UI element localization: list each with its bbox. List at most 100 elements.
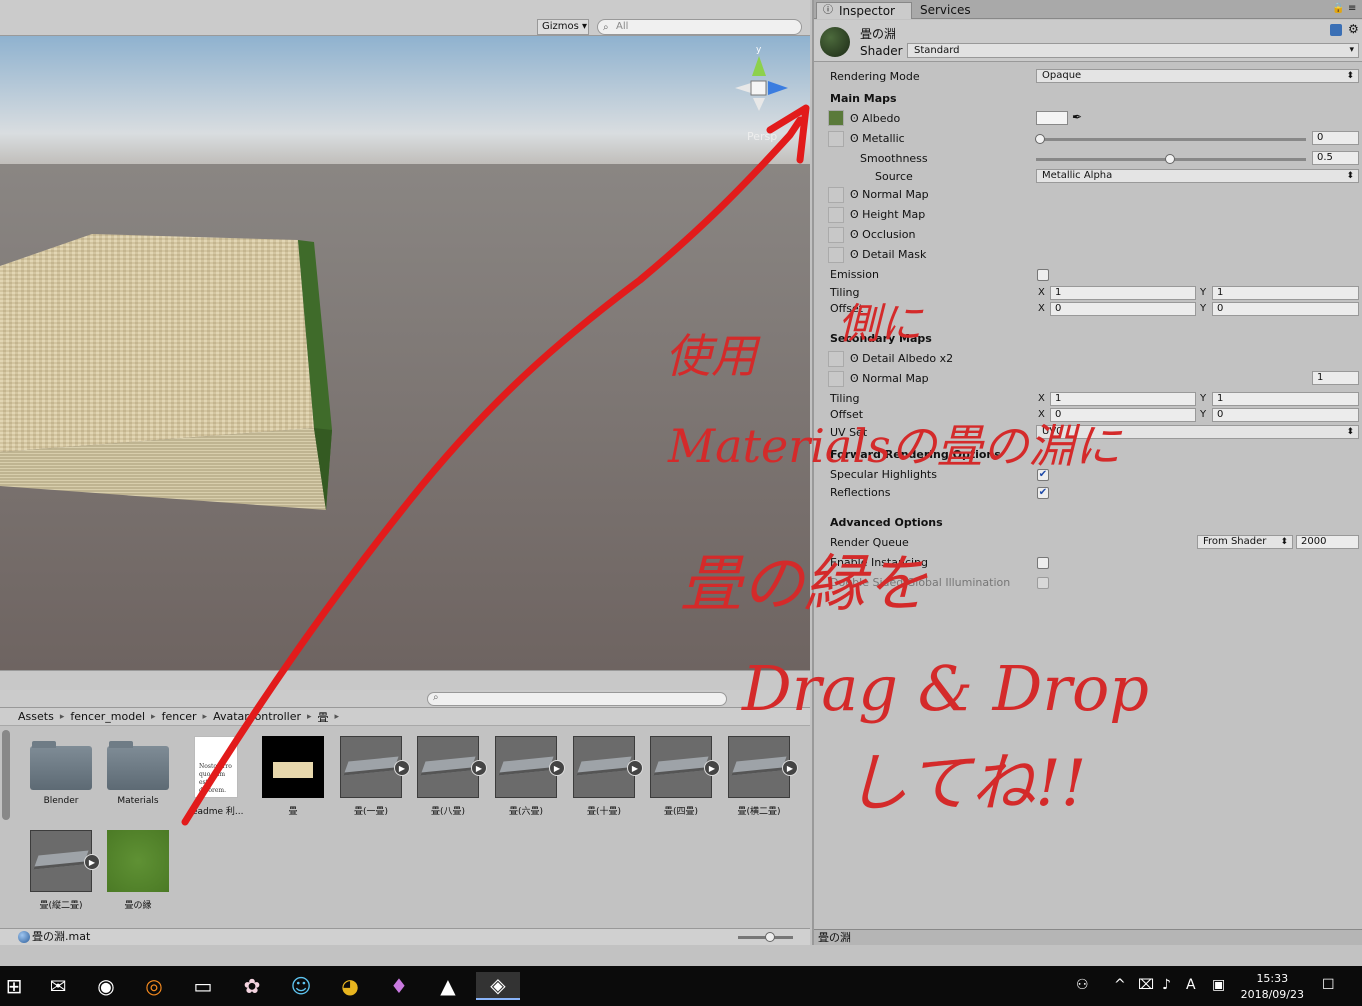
uv-set-dropdown[interactable]: UV0 ⬍: [1036, 425, 1359, 439]
metallic-value-field[interactable]: 0: [1312, 131, 1359, 145]
double-sided-gi-label: Double Sided Global Illumination: [830, 576, 1011, 589]
vr-headset-icon[interactable]: ▭: [189, 972, 217, 1000]
eyedropper-icon[interactable]: ✒: [1072, 110, 1082, 124]
notification-icon[interactable]: ☐: [1322, 977, 1335, 993]
reflections-checkbox[interactable]: ✔: [1037, 487, 1049, 499]
height-map-slot[interactable]: [828, 207, 844, 223]
source-dropdown[interactable]: Metallic Alpha ⬍: [1036, 169, 1359, 183]
specular-highlights-checkbox[interactable]: ✔: [1037, 469, 1049, 481]
secondary-offset-y-field[interactable]: 0: [1212, 408, 1359, 422]
play-icon[interactable]: ▶: [627, 760, 643, 776]
gpu-instancing-checkbox[interactable]: [1037, 557, 1049, 569]
asset-item[interactable]: 畳の縁: [103, 830, 173, 911]
play-icon[interactable]: ▶: [471, 760, 487, 776]
maps-pin-icon[interactable]: ♦: [385, 972, 413, 1000]
breadcrumb-item[interactable]: 畳: [318, 709, 329, 725]
help-icon[interactable]: [1330, 24, 1342, 36]
y-label: Y: [1200, 287, 1207, 298]
play-icon[interactable]: ▶: [549, 760, 565, 776]
offset-x-field[interactable]: 0: [1050, 302, 1196, 316]
asset-item[interactable]: ▶ 畳(四畳): [646, 736, 720, 817]
breadcrumb-item[interactable]: Assets: [18, 710, 54, 723]
tatami-model[interactable]: [0, 234, 332, 510]
asset-item[interactable]: ▶ 畳(六畳): [491, 736, 565, 817]
play-icon[interactable]: ▶: [394, 760, 410, 776]
chevron-up-icon[interactable]: ^: [1114, 977, 1126, 993]
slider-knob[interactable]: [1165, 154, 1175, 164]
steam-icon[interactable]: ◉: [92, 972, 120, 1000]
gear-icon[interactable]: ⚙: [1348, 22, 1359, 36]
inspector-preview-bar[interactable]: 畳の淵: [814, 929, 1362, 945]
project-scrollbar[interactable]: [2, 730, 10, 820]
system-clock[interactable]: 15:33 2018/09/23: [1241, 971, 1304, 1003]
tab-inspector[interactable]: ⓘ Inspector: [816, 2, 912, 19]
breadcrumb-item[interactable]: Avatarcontroller: [213, 710, 301, 723]
secondary-tiling-label: Tiling: [830, 392, 860, 405]
secondary-normal-map-slot[interactable]: [828, 371, 844, 387]
search-icon: ⌕: [433, 692, 439, 703]
breadcrumb-item[interactable]: fencer_model: [70, 710, 145, 723]
render-queue-value-field[interactable]: 2000: [1296, 535, 1359, 549]
perspective-label[interactable]: Persp: [747, 130, 777, 143]
gizmos-dropdown[interactable]: Gizmos ▾: [537, 19, 589, 35]
input-mode-icon[interactable]: ▣: [1212, 977, 1225, 993]
volume-icon[interactable]: ♪: [1162, 977, 1171, 993]
offset-y-field[interactable]: 0: [1212, 302, 1359, 316]
people-icon[interactable]: ⚇: [1076, 977, 1089, 993]
lock-icon[interactable]: 🔒: [1332, 3, 1344, 14]
detail-mask-slot[interactable]: [828, 247, 844, 263]
albedo-color-swatch[interactable]: [1036, 111, 1068, 125]
secondary-offset-x-field[interactable]: 0: [1050, 408, 1196, 422]
play-icon[interactable]: ▶: [782, 760, 798, 776]
asset-item[interactable]: ▶ 畳(一畳): [336, 736, 410, 817]
asset-item[interactable]: Blender: [26, 736, 96, 806]
chevron-down-icon: ⬍: [1346, 427, 1354, 437]
tab-services[interactable]: Services: [914, 2, 994, 19]
shader-dropdown[interactable]: Standard ▾: [907, 43, 1359, 58]
slider-knob[interactable]: [1035, 134, 1045, 144]
metallic-slider[interactable]: [1036, 138, 1306, 141]
blender-icon[interactable]: ◎: [140, 972, 168, 1000]
metallic-texture-slot[interactable]: [828, 131, 844, 147]
asset-item[interactable]: ▶ 畳(八畳): [413, 736, 487, 817]
slider-knob[interactable]: [765, 932, 775, 942]
asset-item[interactable]: ▶ 畳(縦二畳): [26, 830, 100, 911]
ime-indicator[interactable]: A: [1186, 977, 1196, 993]
scene-view[interactable]: y Gizmos ▾ ⌕ All Persp: [0, 0, 810, 690]
photos-icon[interactable]: ▲: [434, 972, 462, 1000]
messenger-icon[interactable]: ☺: [287, 972, 315, 1000]
play-icon[interactable]: ▶: [704, 760, 720, 776]
project-search-input[interactable]: ⌕: [427, 692, 727, 706]
smoothness-label: Smoothness: [860, 152, 928, 165]
advanced-options-heading: Advanced Options: [830, 516, 943, 529]
render-queue-dropdown[interactable]: From Shader ⬍: [1197, 535, 1293, 549]
normal-map-slot[interactable]: [828, 187, 844, 203]
character-app-icon[interactable]: ✿: [238, 972, 266, 1000]
menu-icon[interactable]: ≡: [1348, 3, 1356, 14]
chrome-icon[interactable]: ◕: [336, 972, 364, 1000]
occlusion-slot[interactable]: [828, 227, 844, 243]
tiling-y-field[interactable]: 1: [1212, 286, 1359, 300]
unity-icon[interactable]: ◈: [476, 972, 520, 1000]
secondary-tiling-y-field[interactable]: 1: [1212, 392, 1359, 406]
asset-item[interactable]: ▶ 畳(横二畳): [724, 736, 798, 817]
scene-viewport[interactable]: y: [0, 36, 810, 670]
network-icon[interactable]: ⌧: [1138, 977, 1154, 993]
breadcrumb-item[interactable]: fencer: [162, 710, 197, 723]
smoothness-value-field[interactable]: 0.5: [1312, 151, 1359, 165]
asset-item[interactable]: 畳: [258, 736, 328, 817]
rendering-mode-dropdown[interactable]: Opaque ⬍: [1036, 69, 1359, 83]
asset-item[interactable]: Nosto orro quo eam est dolorem. readme 利…: [181, 736, 251, 817]
secondary-normal-scale-field[interactable]: 1: [1312, 371, 1359, 385]
asset-item[interactable]: Materials: [103, 736, 173, 806]
play-icon[interactable]: ▶: [84, 854, 100, 870]
secondary-tiling-x-field[interactable]: 1: [1050, 392, 1196, 406]
asset-item[interactable]: ▶ 畳(十畳): [569, 736, 643, 817]
tiling-x-field[interactable]: 1: [1050, 286, 1196, 300]
start-icon[interactable]: ⊞: [0, 972, 28, 1000]
mail-icon[interactable]: ✉: [44, 972, 72, 1000]
detail-albedo-slot[interactable]: [828, 351, 844, 367]
emission-checkbox[interactable]: [1037, 269, 1049, 281]
scene-search-input[interactable]: ⌕ All: [597, 19, 802, 35]
albedo-texture-slot[interactable]: [828, 110, 844, 126]
